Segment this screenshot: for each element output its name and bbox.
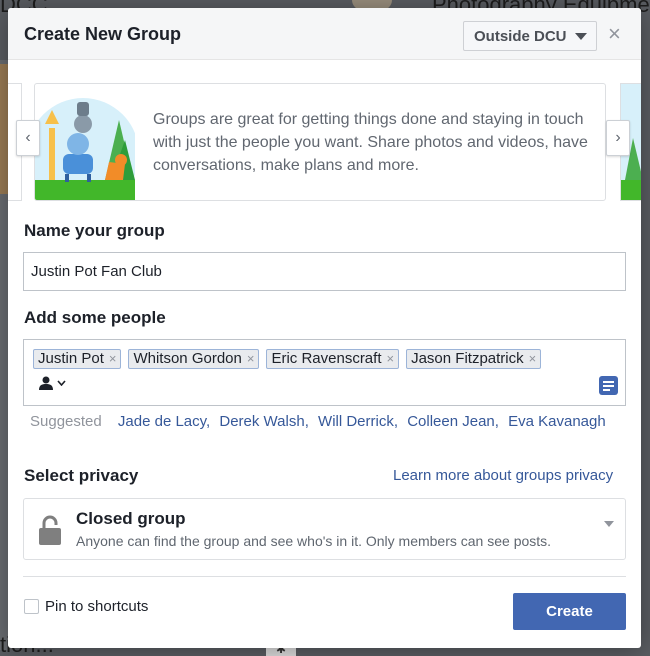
carousel-next-button[interactable]: › (606, 120, 630, 156)
chevron-right-icon: › (615, 129, 621, 146)
person-token-name: Justin Pot (38, 350, 104, 367)
audience-selector-button[interactable]: Outside DCU (463, 21, 597, 51)
close-icon[interactable]: × (608, 21, 621, 47)
create-button[interactable]: Create (513, 593, 626, 630)
pin-to-shortcuts[interactable]: Pin to shortcuts (24, 598, 148, 615)
suggested-person-link[interactable]: Jade de Lacy (118, 413, 206, 430)
suggested-person-link[interactable]: Derek Walsh (219, 413, 304, 430)
chevron-left-icon: ‹ (25, 129, 31, 146)
dialog-header: Create New Group Outside DCU × (8, 8, 641, 60)
bulk-add-icon[interactable] (599, 376, 618, 395)
suggested-label: Suggested (30, 413, 102, 430)
suggested-person-link[interactable]: Colleen Jean (407, 413, 495, 430)
audience-label: Outside DCU (474, 27, 567, 45)
intro-carousel: ti Groups are great for getting things d… (8, 60, 641, 208)
caret-down-icon (574, 32, 587, 40)
carousel-card: Groups are great for getting things done… (34, 83, 606, 201)
suggested-people: Suggested Jade de Lacy, Derek Walsh, Wil… (30, 413, 606, 430)
person-token-name: Jason Fitzpatrick (411, 350, 524, 367)
pin-checkbox[interactable] (24, 599, 39, 614)
suggested-person-link[interactable]: Eva Kavanagh (508, 413, 606, 430)
caret-down-icon (604, 521, 614, 527)
learn-more-privacy-link[interactable]: Learn more about groups privacy (393, 467, 613, 484)
carousel-prev-button[interactable]: ‹ (16, 120, 40, 156)
person-token: Eric Ravenscraft × (266, 349, 400, 369)
group-illustration (35, 98, 135, 200)
add-people-label: Add some people (24, 308, 166, 327)
privacy-option-title: Closed group (76, 509, 186, 528)
remove-icon[interactable]: × (387, 350, 395, 368)
pin-label: Pin to shortcuts (45, 598, 149, 615)
remove-icon[interactable]: × (247, 350, 255, 368)
privacy-selector[interactable]: Closed group Anyone can find the group a… (23, 498, 626, 560)
remove-icon[interactable]: × (529, 350, 537, 368)
people-token-list: Justin Pot × Whitson Gordon × Eric Raven… (33, 349, 542, 369)
person-token: Whitson Gordon × (128, 349, 260, 369)
person-icon (39, 376, 53, 390)
chevron-down-icon (57, 380, 66, 386)
add-person-dropdown[interactable] (38, 376, 66, 390)
person-token: Justin Pot × (33, 349, 122, 369)
carousel-card-text: Groups are great for getting things done… (153, 111, 588, 174)
dialog-title: Create New Group (24, 24, 182, 44)
privacy-option-description: Anyone can find the group and see who's … (76, 533, 552, 549)
person-token: Jason Fitzpatrick × (406, 349, 542, 369)
remove-icon[interactable]: × (109, 350, 117, 368)
create-group-dialog: Create New Group Outside DCU × ti (8, 8, 641, 648)
background-thumbnail (0, 64, 8, 194)
person-token-name: Whitson Gordon (133, 350, 242, 367)
group-name-input[interactable] (23, 252, 626, 291)
lock-open-icon (39, 515, 61, 545)
privacy-label: Select privacy (24, 466, 139, 485)
group-name-label: Name your group (24, 221, 165, 240)
suggested-person-link[interactable]: Will Derrick (318, 413, 394, 430)
footer-divider (23, 576, 626, 577)
add-people-field[interactable]: Justin Pot × Whitson Gordon × Eric Raven… (23, 339, 626, 406)
person-token-name: Eric Ravenscraft (271, 350, 382, 367)
